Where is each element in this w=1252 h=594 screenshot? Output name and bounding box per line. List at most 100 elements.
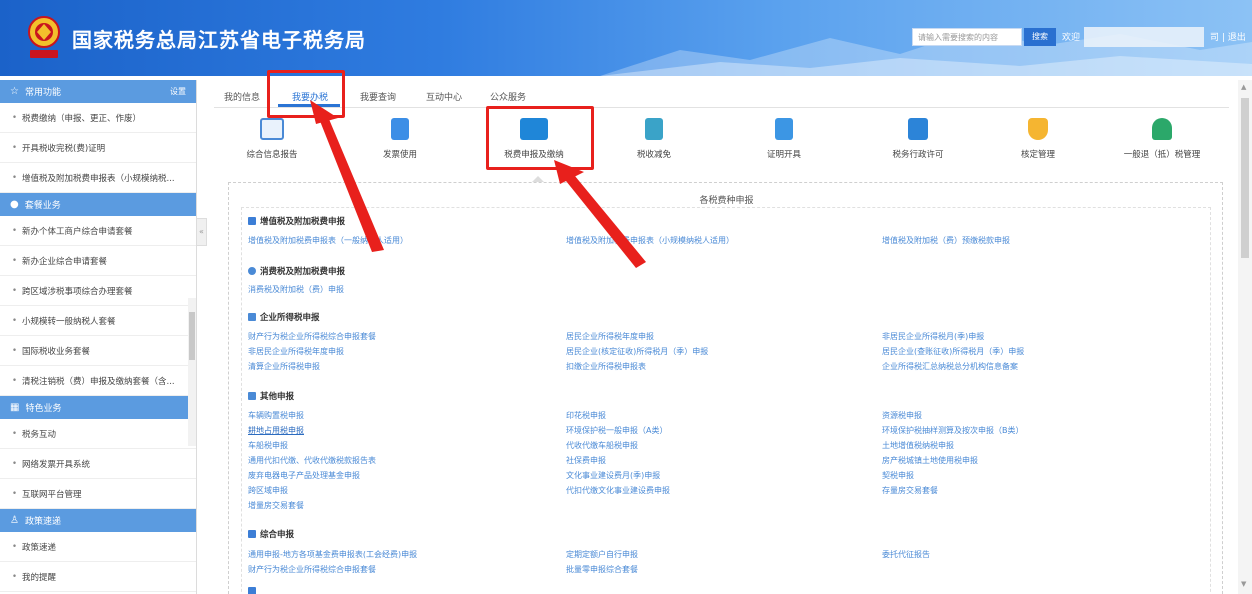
bullet-icon: • [12, 255, 18, 266]
sidebar-item[interactable]: • 跨区域涉税事项综合办理套餐 [0, 276, 196, 306]
sidebar-item-label: 增值税及附加税费申报表（小规模纳税... [22, 173, 175, 184]
section-title: 增值税及附加税费申报 [260, 217, 346, 227]
link[interactable]: 车船税申报 [248, 440, 288, 451]
link[interactable]: 增量房交易套餐 [248, 500, 304, 511]
link[interactable]: 契税申报 [882, 470, 914, 481]
func-verification[interactable]: 核定管理 [988, 114, 1088, 160]
main-tabs: 我的信息 我要办税 我要查询 互动中心 公众服务 [214, 84, 1229, 108]
sidebar-section-featured[interactable]: ▦ 特色业务 [0, 396, 196, 419]
bullet-icon: • [12, 285, 18, 296]
link-vat-general[interactable]: 增值税及附加税费申报表（一般纳税人适用） [248, 235, 408, 246]
search-input[interactable] [912, 28, 1022, 46]
link[interactable]: 居民企业(查账征收)所得税月（季）申报 [882, 346, 1024, 357]
section-next-partial [248, 587, 260, 594]
sidebar-scrollbar[interactable] [188, 298, 196, 446]
func-comprehensive-report[interactable]: 综合信息报告 [222, 114, 322, 160]
link[interactable]: 房产税城镇土地使用税申报 [882, 455, 978, 466]
section-vat: 增值税及附加税费申报 [248, 215, 345, 227]
link[interactable]: 居民企业所得税年度申报 [566, 331, 654, 342]
tab-interaction[interactable]: 互动中心 [426, 90, 462, 103]
scrollbar-thumb[interactable] [189, 312, 195, 360]
link[interactable]: 资源税申报 [882, 410, 922, 421]
sidebar-section-policy[interactable]: ♙ 政策速递 [0, 509, 196, 532]
page-scrollbar[interactable]: ▲ ▼ [1238, 80, 1252, 594]
link-vat-small[interactable]: 增值税及附加税费申报表（小规模纳税人适用） [566, 235, 734, 246]
sidebar-item-label: 国际税收业务套餐 [22, 346, 91, 357]
square-icon [248, 217, 256, 225]
link[interactable]: 企业所得税汇总纳税总分机构信息备案 [882, 361, 1018, 372]
sidebar-section-packages[interactable]: ● 套餐业务 [0, 193, 196, 216]
collapse-sidebar-button[interactable]: « [197, 218, 207, 246]
link[interactable]: 居民企业(核定征收)所得税月（季）申报 [566, 346, 708, 357]
sidebar-item[interactable]: • 新办个体工商户综合申请套餐 [0, 216, 196, 246]
sidebar-item-label: 网络发票开具系统 [22, 459, 91, 470]
shield-icon [1028, 118, 1048, 140]
section-title: 其他申报 [260, 392, 295, 402]
section-title: 消费税及附加税费申报 [260, 267, 346, 277]
link[interactable]: 车辆购置税申报 [248, 410, 304, 421]
link[interactable]: 印花税申报 [566, 410, 606, 421]
link[interactable]: 文化事业建设费月(季)申报 [566, 470, 660, 481]
func-admin-license[interactable]: 税务行政许可 [868, 114, 968, 160]
link[interactable]: 存量房交易套餐 [882, 485, 938, 496]
sidebar-settings-link[interactable]: 设置 [170, 86, 186, 97]
sidebar-item-label: 新办个体工商户综合申请套餐 [22, 226, 133, 237]
link[interactable]: 代收代缴车船税申报 [566, 440, 638, 451]
link[interactable]: 跨区域申报 [248, 485, 288, 496]
sidebar-item[interactable]: • 国际税收业务套餐 [0, 336, 196, 366]
link[interactable]: 财产行为税企业所得税综合申报套餐 [248, 331, 376, 342]
link[interactable]: 定期定额户自行申报 [566, 549, 638, 560]
link[interactable]: 环境保护税一般申报（A类） [566, 425, 667, 436]
func-invoice-use[interactable]: 发票使用 [350, 114, 450, 160]
link-consumption-tax[interactable]: 消费税及附加税（费）申报 [248, 284, 344, 295]
sidebar-item[interactable]: • 我的提醒 [0, 562, 196, 592]
logout-link[interactable]: 司 | 退出 [1210, 30, 1246, 43]
sidebar-item[interactable]: • 互联网平台管理 [0, 479, 196, 509]
sidebar-section-common[interactable]: ☆ 常用功能 设置 [0, 80, 196, 103]
sidebar-item-label: 开具税收完税(费)证明 [22, 143, 106, 154]
welcome-text: 欢迎 [1062, 33, 1081, 43]
func-tax-reduction[interactable]: 税收减免 [604, 114, 704, 160]
link[interactable]: 土地增值税纳税申报 [882, 440, 954, 451]
sidebar-item[interactable]: • 清税注销税（费）申报及缴纳套餐（含... [0, 366, 196, 396]
func-refund[interactable]: 一般退（抵）税管理 [1112, 114, 1212, 160]
sidebar-item[interactable]: • 税费缴纳（申报、更正、作废） [0, 103, 196, 133]
link[interactable]: 环境保护税抽样测算及按次申报（B类） [882, 425, 1024, 436]
tab-my-info[interactable]: 我的信息 [224, 90, 260, 103]
link[interactable]: 委托代征报告 [882, 549, 930, 560]
sidebar-item[interactable]: • 小规模转一般纳税人套餐 [0, 306, 196, 336]
tab-query[interactable]: 我要查询 [360, 90, 396, 103]
func-certificate[interactable]: 证明开具 [734, 114, 834, 160]
sidebar: ☆ 常用功能 设置 • 税费缴纳（申报、更正、作废） • 开具税收完税(费)证明 •… [0, 80, 197, 594]
sidebar-item[interactable]: • 增值税及附加税费申报表（小规模纳税... [0, 163, 196, 193]
link[interactable]: 耕地占用税申报 [248, 425, 304, 436]
link[interactable]: 通用代扣代缴、代收代缴税款报告表 [248, 455, 376, 466]
scroll-down-icon[interactable]: ▼ [1241, 580, 1246, 588]
sidebar-item[interactable]: • 网络发票开具系统 [0, 449, 196, 479]
person-icon [248, 267, 256, 275]
link[interactable]: 通用申报-地方各项基金费申报表(工会经费)申报 [248, 549, 417, 560]
sidebar-item[interactable]: • 政策速递 [0, 532, 196, 562]
link[interactable]: 清算企业所得税申报 [248, 361, 320, 372]
link[interactable]: 社保费申报 [566, 455, 606, 466]
link[interactable]: 批量零申报综合套餐 [566, 564, 638, 575]
scroll-up-icon[interactable]: ▲ [1241, 83, 1246, 91]
search-button[interactable]: 搜索 [1024, 28, 1056, 46]
scrollbar-thumb[interactable] [1241, 98, 1249, 258]
sidebar-section-title: 特色业务 [25, 404, 62, 414]
panel-title: 各税费种申报 [699, 196, 754, 206]
link[interactable]: 非居民企业所得税月(季)申报 [882, 331, 984, 342]
link[interactable]: 代扣代缴文化事业建设费申报 [566, 485, 670, 496]
person-icon: ♙ [10, 515, 19, 526]
link[interactable]: 废弃电器电子产品处理基金申报 [248, 470, 360, 481]
link[interactable]: 财产行为税企业所得税综合申报套餐 [248, 564, 376, 575]
link[interactable]: 扣缴企业所得税申报表 [566, 361, 646, 372]
tab-public-service[interactable]: 公众服务 [490, 90, 526, 103]
sidebar-item[interactable]: • 新办企业综合申请套餐 [0, 246, 196, 276]
sidebar-item[interactable]: • 税务互动 [0, 419, 196, 449]
certificate-icon [775, 118, 793, 140]
link[interactable]: 非居民企业所得税年度申报 [248, 346, 344, 357]
link-vat-prepaid[interactable]: 增值税及附加税（费）预缴税款申报 [882, 235, 1010, 246]
sidebar-item[interactable]: • 开具税收完税(费)证明 [0, 133, 196, 163]
section-other: 其他申报 [248, 390, 294, 402]
